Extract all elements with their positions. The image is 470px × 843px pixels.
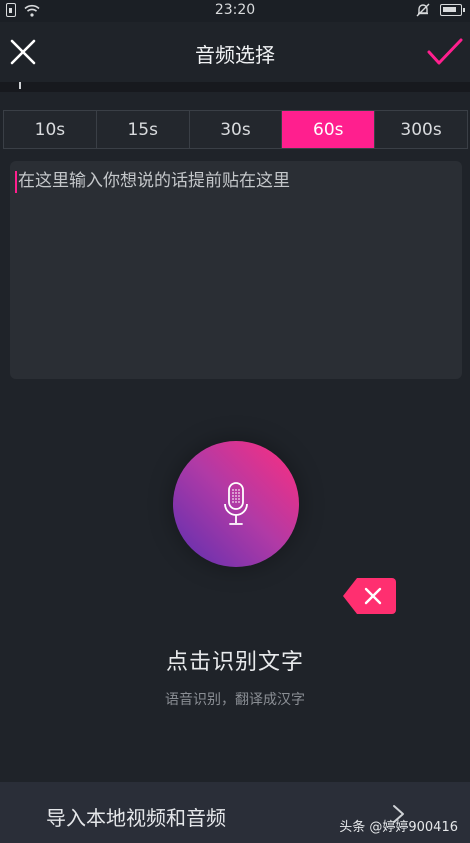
- status-right: [416, 3, 465, 17]
- check-icon: [427, 38, 463, 65]
- battery-icon: [440, 4, 465, 16]
- tab-30s[interactable]: 30s: [189, 111, 283, 148]
- hint-title: 点击识别文字: [165, 650, 304, 675]
- mute-bell-icon: [416, 3, 430, 17]
- import-local-media-bar[interactable]: 导入本地视频和音频 头条 @婷婷900416: [0, 782, 470, 843]
- timeline-strip[interactable]: [0, 82, 470, 92]
- tab-300s[interactable]: 300s: [375, 111, 467, 148]
- watermark: 头条 @婷婷900416: [339, 820, 458, 835]
- status-bar: 23:20: [0, 0, 470, 22]
- tab-10s[interactable]: 10s: [4, 111, 97, 148]
- import-label: 导入本地视频和音频: [46, 806, 226, 830]
- record-mic-button[interactable]: [173, 441, 299, 567]
- speech-text-input[interactable]: 在这里输入你想说的话提前贴在这里: [10, 161, 462, 379]
- microphone-icon: [224, 482, 248, 525]
- clear-close-icon: [343, 578, 396, 614]
- duration-tabs: 10s 15s 30s 60s 300s: [3, 110, 468, 149]
- header: 音频选择: [0, 22, 470, 82]
- status-time: 23:20: [214, 2, 256, 18]
- tab-60s[interactable]: 60s: [282, 111, 376, 148]
- clear-text-button[interactable]: [343, 578, 396, 614]
- page-title: 音频选择: [195, 43, 275, 67]
- timeline-marker: [19, 82, 21, 89]
- confirm-button[interactable]: [426, 36, 464, 68]
- tab-15s[interactable]: 15s: [96, 111, 190, 148]
- text-input-placeholder: 在这里输入你想说的话提前贴在这里: [18, 171, 290, 191]
- hint-subtitle: 语音识别，翻译成汉字: [165, 692, 305, 708]
- text-caret: [15, 171, 17, 193]
